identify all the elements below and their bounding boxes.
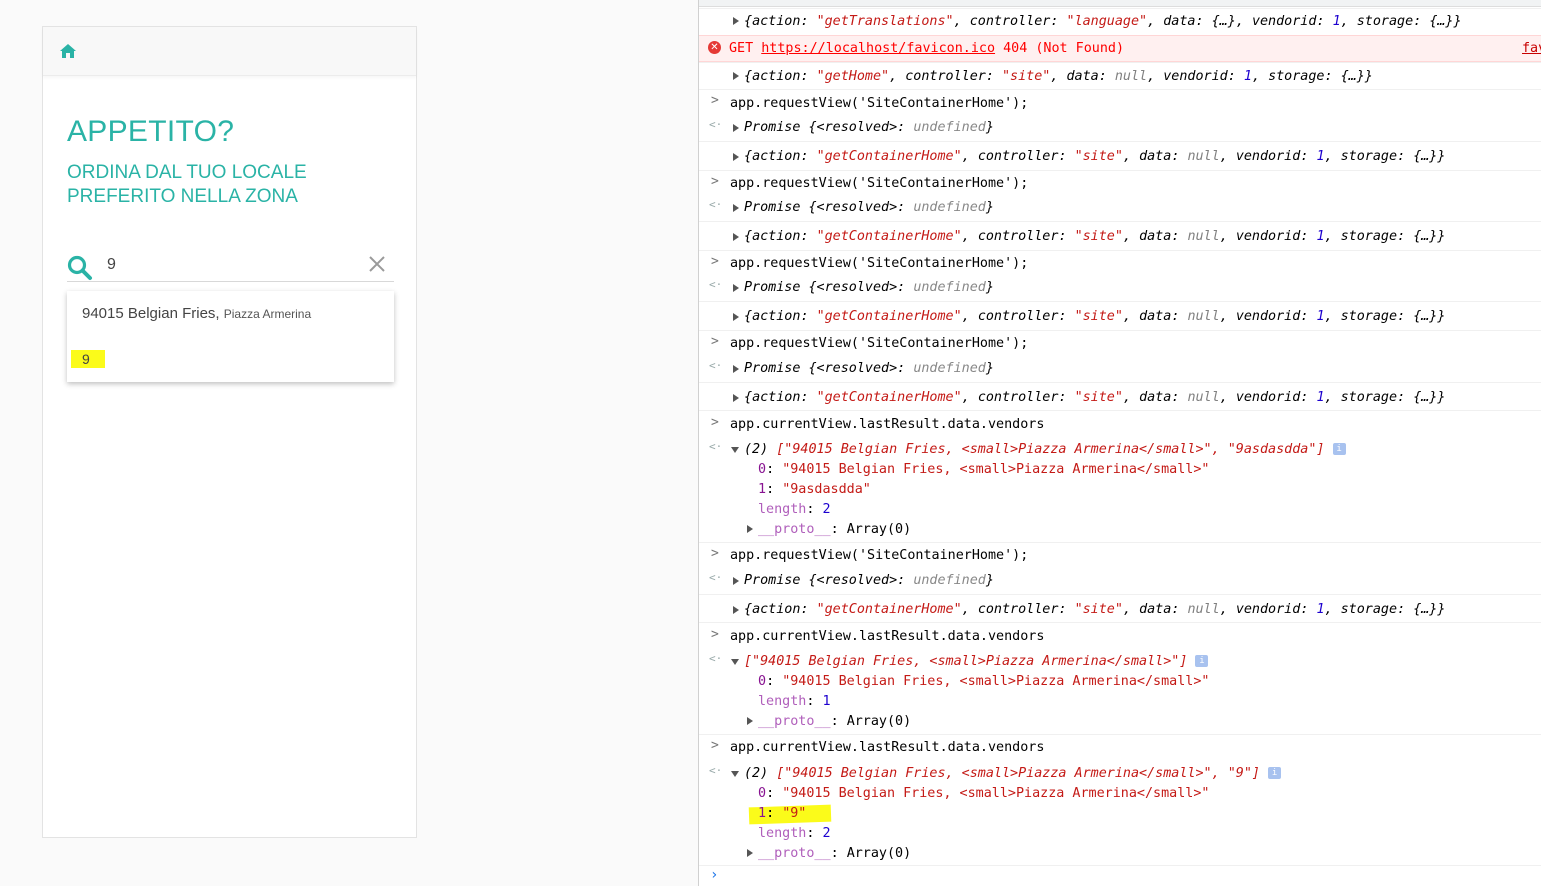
prompt-icon: > (711, 415, 719, 430)
error-source-link[interactable]: fav (1522, 40, 1541, 58)
console-input-row: > app.requestView('SiteContainerHome'); (699, 542, 1541, 568)
console-result-row: <· Promise {<resolved>: undefined} (709, 278, 994, 295)
result-arrow-icon: <· (709, 440, 723, 453)
search-bar (67, 251, 394, 282)
expand-arrow-icon[interactable] (747, 717, 753, 725)
expand-arrow-icon[interactable] (733, 313, 739, 321)
error-icon: ✕ (708, 41, 721, 54)
page-title: APPETITO? (67, 115, 235, 148)
result-arrow-icon: <· (709, 764, 723, 777)
console-input-row: > app.requestView('SiteContainerHome'); (699, 250, 1541, 276)
console-log-row: {action: "getContainerHome", controller:… (699, 382, 1541, 410)
console-log-row: {action: "getHome", controller: "site", … (699, 62, 1541, 89)
console-input-row: > app.requestView('SiteContainerHome'); (699, 170, 1541, 196)
expand-arrow-icon[interactable] (733, 72, 739, 80)
expand-arrow-icon[interactable] (733, 204, 739, 212)
console-log-row: {action: "getContainerHome", controller:… (699, 221, 1541, 250)
suggestion-item-highlighted[interactable]: 9 (71, 350, 105, 368)
info-icon[interactable]: i (1195, 655, 1209, 667)
console-log-row: {action: "getTranslations", controller: … (699, 8, 1541, 35)
prompt-icon: > (711, 546, 719, 561)
console-log-row: {action: "getContainerHome", controller:… (699, 594, 1541, 622)
console-result-row: <· Promise {<resolved>: undefined} (709, 118, 994, 135)
console-input-row: > app.requestView('SiteContainerHome'); (699, 89, 1541, 116)
expand-arrow-icon[interactable] (733, 17, 739, 25)
expand-arrow-icon[interactable] (733, 153, 739, 161)
search-icon[interactable] (67, 255, 92, 281)
console-result-row: <· Promise {<resolved>: undefined} (709, 359, 994, 376)
console-error-row: ✕ GET https://localhost/favicon.ico 404 … (699, 35, 1541, 62)
expand-arrow-icon[interactable] (733, 233, 739, 241)
result-arrow-icon: <· (709, 198, 723, 211)
expand-arrow-icon[interactable] (733, 365, 739, 373)
console-log-row: {action: "getContainerHome", controller:… (699, 141, 1541, 170)
result-arrow-icon: <· (709, 278, 723, 291)
prompt-icon: > (711, 627, 719, 642)
search-input[interactable] (107, 253, 347, 277)
error-url-link[interactable]: https://localhost/favicon.ico (761, 41, 995, 56)
console-toolbar (699, 0, 1541, 7)
info-icon[interactable]: i (1332, 443, 1346, 455)
expand-arrow-icon[interactable] (733, 577, 739, 585)
suggestion-name: 9 (82, 351, 90, 367)
page-subtitle: ORDINA DAL TUO LOCALE PREFERITO NELLA ZO… (67, 162, 307, 207)
console-prompt-row[interactable]: › (699, 865, 1541, 886)
collapse-arrow-icon[interactable] (731, 771, 739, 777)
expand-arrow-icon[interactable] (747, 525, 753, 533)
prompt-icon: > (711, 334, 719, 349)
collapse-arrow-icon[interactable] (731, 659, 739, 665)
expand-arrow-icon[interactable] (747, 849, 753, 857)
console-result-row: <· Promise {<resolved>: undefined} (709, 198, 994, 215)
result-arrow-icon: <· (709, 118, 723, 131)
suggestion-item[interactable]: 94015 Belgian Fries, Piazza Armerina (82, 305, 311, 322)
mobile-app-frame: APPETITO? ORDINA DAL TUO LOCALE PREFERIT… (42, 26, 417, 838)
close-icon[interactable] (368, 255, 386, 273)
result-arrow-icon: <· (709, 652, 723, 665)
expand-arrow-icon[interactable] (733, 394, 739, 402)
collapse-arrow-icon[interactable] (731, 447, 739, 453)
console-input-row: > app.requestView('SiteContainerHome'); (699, 330, 1541, 356)
prompt-caret-icon: › (710, 867, 719, 883)
info-icon[interactable]: i (1268, 767, 1282, 779)
result-arrow-icon: <· (709, 359, 723, 372)
expand-arrow-icon[interactable] (733, 124, 739, 132)
prompt-icon: > (711, 93, 719, 108)
app-header (43, 27, 416, 76)
home-icon[interactable] (59, 42, 77, 60)
expand-arrow-icon[interactable] (733, 284, 739, 292)
console-input-row: > app.currentView.lastResult.data.vendor… (699, 622, 1541, 734)
prompt-icon: > (711, 254, 719, 269)
result-arrow-icon: <· (709, 571, 723, 584)
suggestion-dropdown: 94015 Belgian Fries, Piazza Armerina 9 (67, 291, 394, 382)
console-log-row: {action: "getContainerHome", controller:… (699, 301, 1541, 330)
prompt-icon: > (711, 174, 719, 189)
console-result-row: <· Promise {<resolved>: undefined} (709, 571, 994, 588)
suggestion-place: Piazza Armerina (223, 307, 312, 321)
devtools-console: {action: "getTranslations", controller: … (698, 0, 1541, 886)
prompt-icon: > (711, 738, 719, 753)
console-input-row: > app.currentView.lastResult.data.vendor… (699, 410, 1541, 542)
suggestion-name: 94015 Belgian Fries, (82, 305, 220, 322)
console-input-row: > app.currentView.lastResult.data.vendor… (699, 734, 1541, 865)
expand-arrow-icon[interactable] (733, 606, 739, 614)
